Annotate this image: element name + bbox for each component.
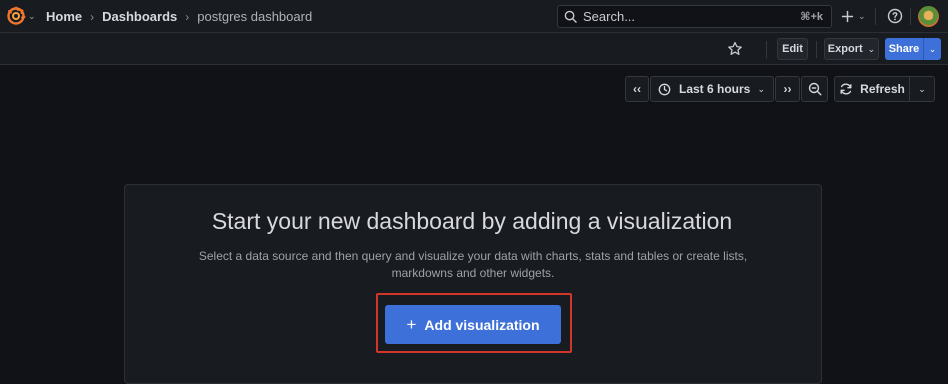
add-visualization-button[interactable]: + Add visualization [385, 305, 561, 344]
time-shift-back-button[interactable]: ‹‹ [625, 76, 649, 102]
star-icon[interactable] [727, 41, 743, 57]
chevron-down-icon[interactable]: ⌄ [924, 38, 941, 60]
zoom-out-icon [808, 82, 822, 96]
chevron-right-icon: › [90, 9, 95, 24]
divider [910, 8, 911, 25]
share-label[interactable]: Share [885, 38, 924, 60]
breadcrumb-home[interactable]: Home [46, 9, 82, 24]
divider [875, 8, 876, 25]
chevron-down-icon: ⌄ [757, 83, 765, 94]
search-icon [564, 10, 577, 23]
dashboard-toolbar: Edit Export ⌄ Share ⌄ [0, 33, 948, 65]
plus-icon [841, 10, 854, 23]
search-placeholder: Search... [583, 9, 636, 24]
chevron-down-icon: ⌄ [918, 83, 926, 94]
chevron-right-icon: › [185, 9, 190, 24]
grafana-logo-menu[interactable]: ⌄ [6, 6, 36, 26]
refresh-label: Refresh [860, 82, 905, 96]
time-shift-forward-button[interactable]: ›› [775, 76, 800, 102]
chevron-down-icon: ⌄ [858, 11, 866, 21]
plus-icon: + [406, 314, 417, 334]
share-button[interactable]: Share ⌄ [885, 38, 941, 60]
help-circle-icon[interactable] [887, 8, 903, 24]
clock-icon [658, 83, 671, 95]
divider [816, 41, 817, 58]
grafana-logo-icon [7, 6, 26, 25]
export-label: Export [827, 43, 863, 55]
refresh-icon [840, 83, 852, 95]
export-button[interactable]: Export ⌄ [824, 38, 879, 60]
refresh-button[interactable]: Refresh [834, 76, 910, 102]
empty-state-description: Select a data source and then query and … [198, 249, 748, 280]
search-shortcut: ⌘+k [800, 11, 823, 23]
empty-state-title: Start your new dashboard by adding a vis… [211, 208, 733, 234]
breadcrumb-dashboards[interactable]: Dashboards [102, 9, 177, 24]
time-range-label: Last 6 hours [679, 82, 751, 96]
edit-button[interactable]: Edit [777, 38, 808, 60]
breadcrumb-current: postgres dashboard [197, 9, 313, 24]
breadcrumb: Home › Dashboards › postgres dashboard [46, 0, 312, 33]
zoom-out-button[interactable] [801, 76, 828, 102]
search-input[interactable]: Search... ⌘+k [557, 5, 832, 28]
add-visualization-label: Add visualization [424, 316, 540, 333]
chevron-down-icon: ⌄ [28, 10, 36, 21]
new-menu-button[interactable]: ⌄ [841, 6, 866, 27]
chevron-down-icon: ⌄ [867, 43, 876, 54]
avatar[interactable] [918, 6, 939, 27]
refresh-interval-picker[interactable]: ⌄ [909, 76, 935, 102]
top-bar: ⌄ Home › Dashboards › postgres dashboard… [0, 0, 948, 33]
divider [766, 41, 767, 58]
time-range-picker[interactable]: Last 6 hours ⌄ [650, 76, 774, 102]
